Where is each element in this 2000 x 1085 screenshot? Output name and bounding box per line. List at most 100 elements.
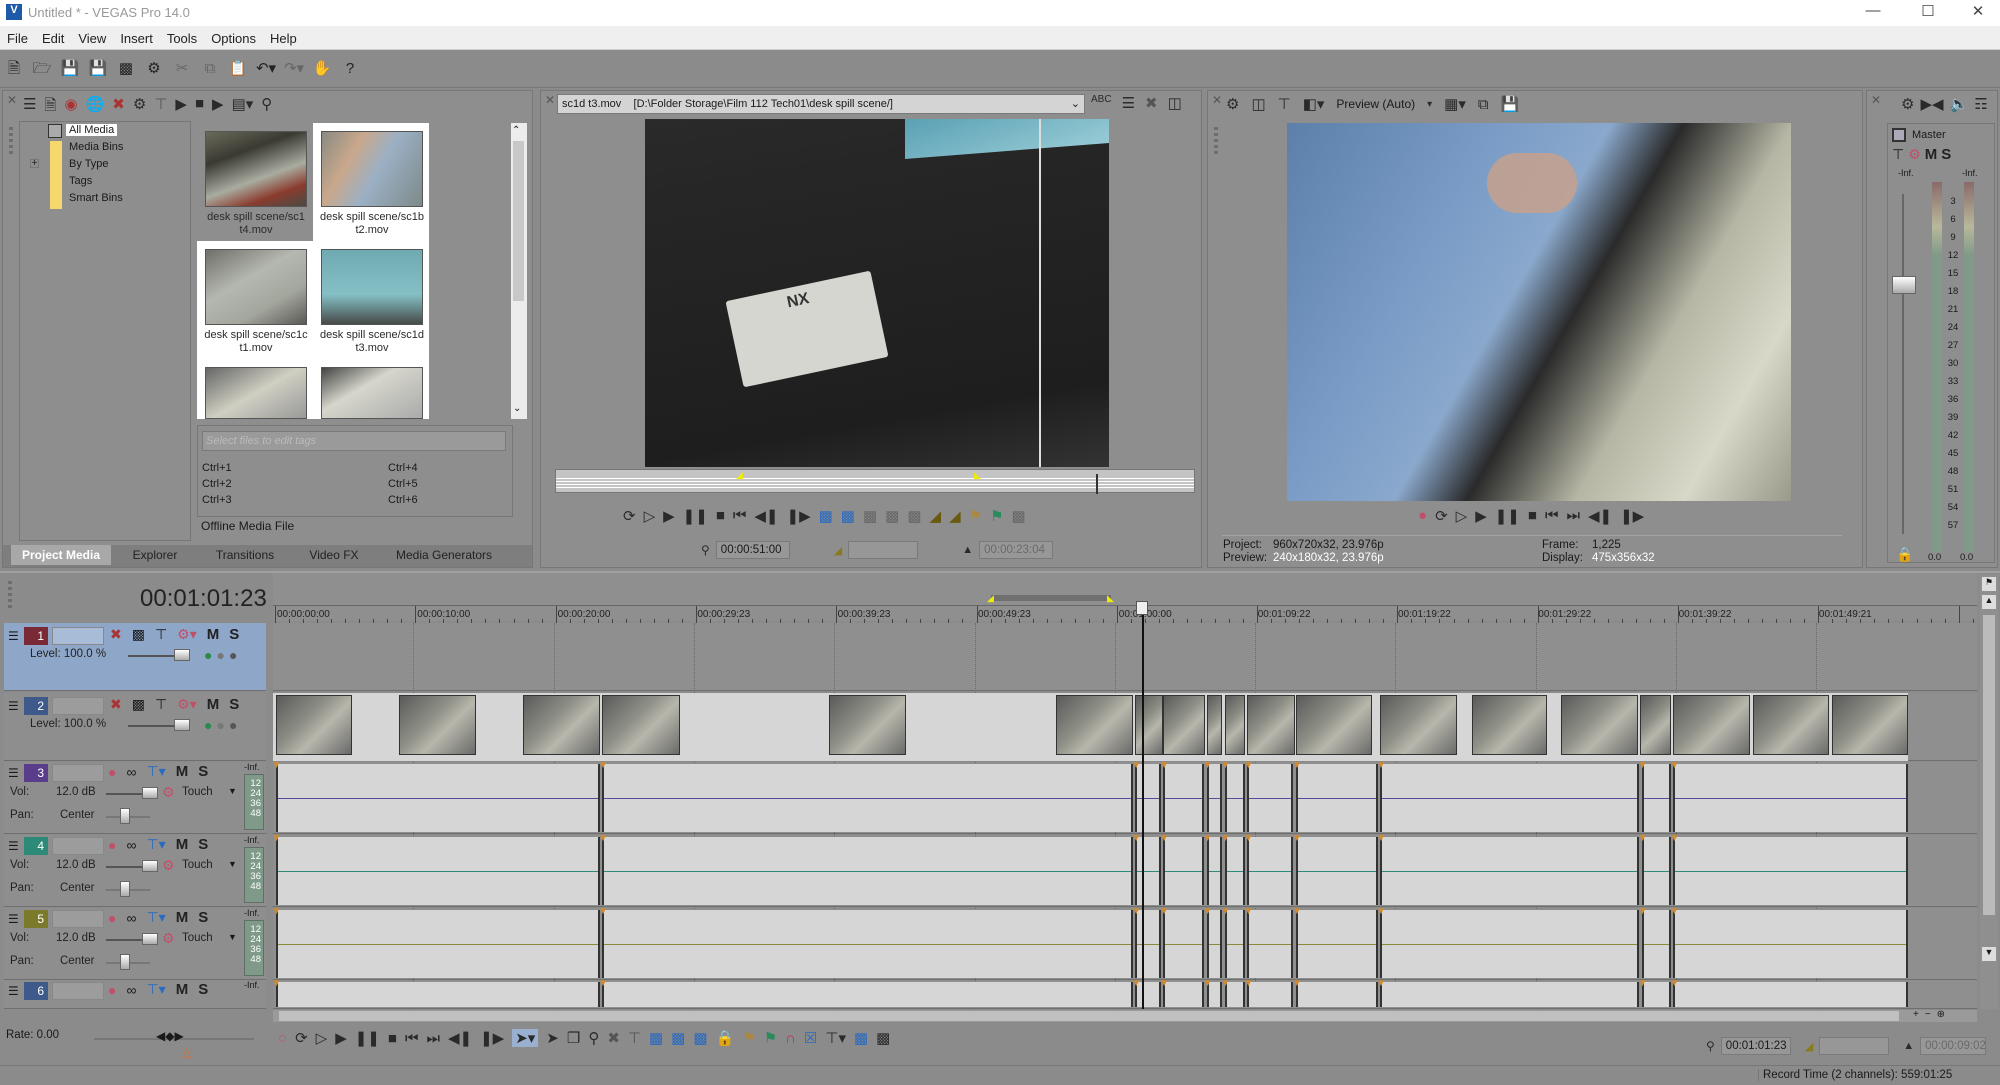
drag-handle[interactable] [8,581,12,611]
fade-handle[interactable]: ▼ [1131,978,1141,989]
envelope-tool-icon[interactable]: ➤ [546,1029,559,1047]
automation-mode-dropdown[interactable]: Touch [182,786,213,798]
fade-handle[interactable]: ▼ [1669,906,1679,917]
get-media-web-icon[interactable]: 🌐 [86,95,105,120]
track-name-field[interactable] [52,837,104,855]
stop-icon[interactable]: ■ [195,95,204,120]
play-from-start-icon[interactable]: ▷ [316,1029,328,1047]
expand-icon[interactable]: + [30,159,39,169]
fade-handle[interactable]: ▼ [1221,833,1231,844]
fade-handle[interactable]: ▼ [1203,833,1213,844]
chevron-down-icon[interactable]: ▼ [228,932,237,942]
track-fx-icon[interactable]: ⊤▾ [146,909,165,926]
solo-button[interactable]: S [198,836,208,853]
video-event[interactable] [275,695,353,755]
video-event[interactable] [522,695,600,755]
track-fx-icon[interactable]: ⊤▾ [146,836,165,853]
audio-event[interactable]: ▼ [598,760,1133,832]
audio-event[interactable]: ▼ [1203,833,1222,905]
audio-track-header[interactable]: ☰ 5 ● ∞ ⊤▾ M S -Inf. Vol: 12.0 dB ⚙ Touch ▼ P… [4,908,266,980]
fade-handle[interactable]: ▼ [1376,906,1386,917]
scroll-up-icon[interactable]: ▲ [1982,595,1996,609]
timeline-tracks[interactable]: ▼ ▼ ▼ ▼ ▼ ▼ ▼ ▼ ▼ ▼ ▼ ▼ ▼ ▼ ▼ ▼ ▼ ▼ ▼ ▼ … [273,623,1977,1009]
marker-icon[interactable]: ⚑ [742,1029,755,1047]
delete-icon[interactable]: ✖ [607,1029,620,1047]
fade-handle[interactable]: ▼ [273,978,281,989]
go-to-start-icon[interactable]: ⏮ [405,1030,419,1047]
fade-handle[interactable]: ▼ [1203,760,1213,771]
fade-handle[interactable]: ▼ [1203,906,1213,917]
track-name-field[interactable] [52,627,104,645]
menu-options[interactable]: Options [204,26,263,51]
pause-icon[interactable]: ❚❚ [355,1029,380,1047]
fade-handle[interactable]: ▼ [1221,978,1231,989]
fade-handle[interactable]: ▼ [1203,978,1213,989]
audio-event[interactable]: ▼ [1292,760,1378,832]
mute-button[interactable]: M [176,763,189,780]
zoom-controls[interactable]: +−⊕ [1913,1009,1951,1020]
insert-icon[interactable]: ▩ [863,507,877,525]
solo-button[interactable]: S [229,626,239,643]
audio-event[interactable]: ▼ [1159,978,1205,1007]
automation-icon[interactable]: ⚙ [162,784,175,801]
close-button[interactable]: ✕ [1955,2,2000,24]
properties-icon[interactable]: ⚙ [1901,95,1914,113]
automation-mode-dropdown[interactable]: Touch [182,932,213,944]
audio-event[interactable]: ▼ [1243,906,1294,978]
audio-event[interactable]: ▼ [1221,833,1245,905]
collapse-icon[interactable]: ☰ [8,839,19,853]
preview-video[interactable] [1287,123,1791,501]
audio-event[interactable]: ▼ [1131,760,1161,832]
audio-event[interactable]: ▼ [1221,760,1245,832]
loop-start-marker[interactable]: ◢ [987,593,994,604]
solo-button[interactable]: S [198,981,208,998]
track-fx-icon[interactable]: ⊤ [155,696,167,713]
arm-record-icon[interactable]: ● [108,764,116,780]
fade-handle[interactable]: ▼ [1292,906,1302,917]
external-monitor-icon[interactable]: ◫ [1251,95,1265,113]
arm-record-icon[interactable]: ● [108,837,116,853]
fade-handle[interactable]: ▼ [1376,978,1386,989]
fade-handle[interactable]: ▼ [1638,833,1648,844]
marker-toggle-icon[interactable]: ⚑ [1982,577,1996,591]
video-event[interactable] [829,695,906,755]
loop-region[interactable] [991,595,1111,601]
scroll-down-icon[interactable]: ▼ [1982,947,1996,961]
snapping-icon[interactable]: ∩ [785,1030,796,1047]
import-media-icon[interactable]: 🗎 [44,95,56,120]
fade-handle[interactable]: ▼ [1376,760,1386,771]
volume-slider-knob[interactable] [142,860,158,872]
fade-handle[interactable]: ▼ [273,906,281,917]
fade-handle[interactable]: ▼ [1221,906,1231,917]
delete-icon[interactable]: ✖ [112,95,125,120]
stop-icon[interactable]: ■ [388,1030,397,1047]
rate-reset-icon[interactable]: △ [182,1045,191,1059]
fade-handle[interactable]: ▼ [1131,760,1141,771]
copy-snapshot-icon[interactable]: ⧉ [1478,96,1489,113]
split-icon[interactable]: ▩ [693,1029,707,1047]
automation-icon[interactable]: ⚙▾ [177,626,197,643]
trim-start-icon[interactable]: ▩ [649,1029,663,1047]
mute-button[interactable]: M [207,696,220,713]
trimmer-timeline[interactable]: ◢ ◣ [555,469,1195,494]
go-to-start-icon[interactable]: ⏮ [1545,507,1559,525]
remove-icon[interactable]: ☰ [1122,94,1135,112]
remove-unused-icon[interactable]: ☰ [23,95,36,120]
play-icon[interactable]: ▶ [663,507,675,525]
video-track-header[interactable]: ☰ 1 ✖ ▩ ⊤ ⚙▾ M S Level: 100.0 % ●●● [4,623,266,691]
auto-crossfade-icon[interactable]: ☒ [804,1029,817,1047]
drag-handle[interactable] [9,127,13,157]
lock-envelopes-icon[interactable]: ▩ [876,1029,890,1047]
open-icon[interactable]: 🗁 [31,58,53,80]
chevron-down-icon[interactable]: ▼ [228,786,237,796]
volume-slider-knob[interactable] [142,787,158,799]
audio-event[interactable]: ▼ [1159,906,1205,978]
record-icon[interactable]: ● [1418,507,1427,525]
video-event[interactable] [1135,695,1164,755]
audio-track-header[interactable]: ☰ 3 ● ∞ ⊤▾ M S -Inf. Vol: 12.0 dB ⚙ Touch ▼ P… [4,762,266,834]
maximize-button[interactable]: ☐ [1905,2,1951,24]
tags-input[interactable]: Select files to edit tags [202,431,506,451]
fade-handle[interactable]: ▼ [1669,833,1679,844]
audio-event[interactable]: ▼ [1638,978,1671,1007]
trimmer-cursor[interactable] [1096,474,1098,494]
